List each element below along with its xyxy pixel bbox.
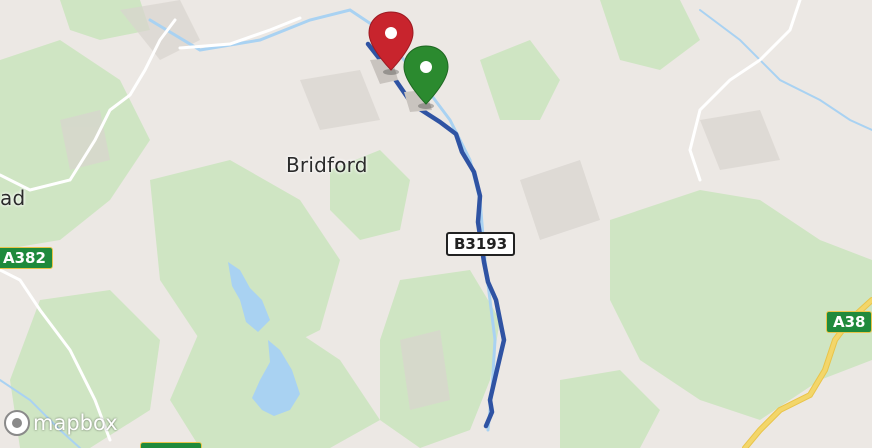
mapbox-logo[interactable]: mapbox	[4, 410, 118, 436]
road-shield-partial	[140, 442, 202, 448]
mapbox-logo-text: mapbox	[33, 411, 118, 435]
road-shield-a382: A382	[0, 247, 53, 269]
road-shield-b3193: B3193	[446, 232, 516, 256]
place-label-partial: ad	[0, 186, 26, 210]
road-shield-a38: A38	[826, 311, 872, 333]
start-marker-pin-icon[interactable]	[400, 44, 452, 110]
mapbox-logo-icon	[4, 410, 30, 436]
place-label-bridford: Bridford	[286, 153, 368, 177]
map-canvas[interactable]: Bridford ad B3193 A382 A38 mapbox	[0, 0, 872, 448]
